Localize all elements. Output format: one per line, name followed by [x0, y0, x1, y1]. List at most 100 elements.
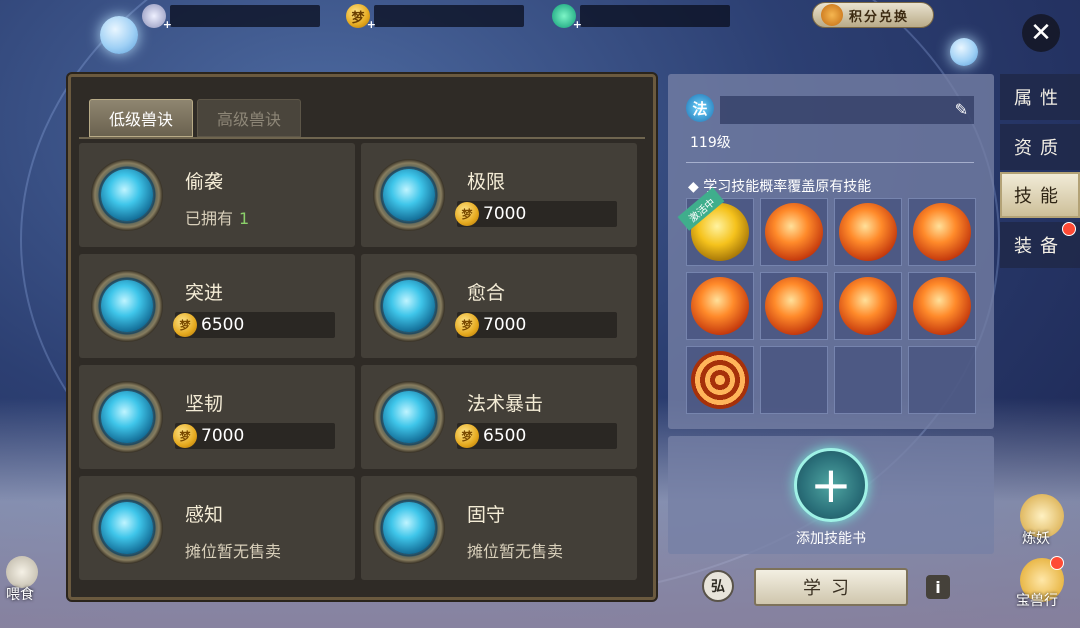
- pet-skill-slot[interactable]: [908, 272, 976, 340]
- owned-count: 1: [239, 209, 250, 228]
- skill-card-tenacity[interactable]: 坚韧 梦 7000: [79, 365, 355, 469]
- money-bag-icon: [821, 4, 843, 26]
- jade-balance: [580, 5, 730, 27]
- pet-level: 119级: [690, 135, 731, 151]
- meteor-skill-icon: [913, 203, 971, 261]
- pet-skill-slot[interactable]: [686, 272, 754, 340]
- dream-coin-icon: 梦: [173, 424, 197, 448]
- price-tag: 梦 6500: [455, 423, 617, 449]
- magic-crit-icon: [383, 391, 435, 443]
- tab-skills[interactable]: 技能: [1000, 172, 1080, 218]
- skill-card-perception[interactable]: 感知 摊位暂无售卖: [79, 476, 355, 580]
- price-value: 7000: [201, 426, 245, 446]
- currency-jade[interactable]: +: [552, 4, 730, 31]
- skill-card-magic-crit[interactable]: 法术暴击 梦 6500: [361, 365, 637, 469]
- points-exchange-button[interactable]: 积分兑换: [812, 2, 934, 28]
- skill-card-sneak-attack[interactable]: 偷袭 已拥有 1: [79, 143, 355, 247]
- pet-skill-slot[interactable]: [908, 198, 976, 266]
- add-skill-book-button[interactable]: +: [794, 448, 868, 522]
- heart-skill-icon: [765, 203, 823, 261]
- tab-bar: 低级兽诀 高级兽诀: [89, 99, 305, 137]
- auto-toggle-button[interactable]: 弘: [702, 570, 734, 602]
- tab-high-level[interactable]: 高级兽诀: [197, 99, 301, 137]
- skill-name: 偷袭: [185, 171, 224, 193]
- pet-skill-slot[interactable]: [834, 198, 902, 266]
- silver-coin-icon: +: [142, 4, 172, 31]
- plus-icon: +: [162, 18, 172, 31]
- sneak-attack-icon: [101, 169, 153, 221]
- tab-aptitude[interactable]: 资质: [1000, 124, 1080, 170]
- sprout-heal-icon: [383, 280, 435, 332]
- skill-book-slot-panel: + 添加技能书: [668, 436, 994, 554]
- notification-dot: [1050, 556, 1064, 570]
- skill-card-guard[interactable]: 固守 摊位暂无售卖: [361, 476, 637, 580]
- tenacity-icon: [101, 391, 153, 443]
- planet-decor: [950, 38, 978, 66]
- skill-name: 愈合: [467, 282, 506, 304]
- price-tag: 梦 7000: [455, 312, 617, 338]
- feed-label: 喂食: [6, 587, 34, 603]
- limit-icon: [383, 169, 435, 221]
- skill-grid: 偷袭 已拥有1 极限 梦7000 突进 梦6500 愈合 梦7000 坚: [79, 143, 639, 597]
- owned-status: 已拥有 1: [185, 209, 250, 228]
- pet-skill-slot[interactable]: [686, 346, 754, 414]
- skill-card-limit[interactable]: 极限 梦 7000: [361, 143, 637, 247]
- price-value: 7000: [483, 315, 527, 335]
- skill-book-shop-panel: 低级兽诀 高级兽诀 偷袭 已拥有 1 极限 梦 7000 突进 梦 6500 愈…: [68, 74, 656, 600]
- divider: [79, 137, 645, 139]
- flame-burst-skill-icon: [839, 203, 897, 261]
- price-value: 6500: [201, 315, 245, 335]
- tab-attributes[interactable]: 属性: [1000, 74, 1080, 120]
- not-on-sale-text: 摊位暂无售卖: [467, 542, 564, 561]
- pet-skill-slot[interactable]: [834, 272, 902, 340]
- plus-icon: +: [366, 18, 376, 31]
- dream-coin-icon: 梦: [455, 202, 479, 226]
- learn-button[interactable]: 学习: [754, 568, 908, 606]
- currency-gold[interactable]: 梦 +: [346, 4, 524, 31]
- pet-name-field[interactable]: ✎: [720, 96, 974, 124]
- not-on-sale-text: 摊位暂无售卖: [185, 542, 282, 561]
- info-button[interactable]: i: [926, 575, 950, 599]
- empty-skill-slot: [760, 346, 828, 414]
- gold-balance: [374, 5, 524, 27]
- vortex-skill-icon: [691, 351, 749, 409]
- tab-low-level[interactable]: 低级兽诀: [89, 99, 193, 137]
- meditate-skill-icon: [913, 277, 971, 335]
- refine-label: 炼妖: [1022, 531, 1050, 547]
- planet-decor: [100, 16, 138, 54]
- price-value: 7000: [483, 204, 527, 224]
- pet-skill-slot[interactable]: [760, 198, 828, 266]
- empty-skill-slot: [834, 346, 902, 414]
- jade-coin-icon: +: [552, 4, 582, 31]
- dream-coin-icon: 梦: [173, 313, 197, 337]
- price-tag: 梦 7000: [173, 423, 335, 449]
- fire-spirit-skill-icon: [765, 277, 823, 335]
- exchange-label: 积分兑换: [849, 9, 910, 25]
- currency-silver[interactable]: +: [142, 4, 320, 31]
- charge-icon: [101, 280, 153, 332]
- dream-coin-icon: 梦: [455, 313, 479, 337]
- ghost-skill-icon: [839, 277, 897, 335]
- plus-icon: +: [572, 18, 582, 31]
- owl-perception-icon: [101, 502, 153, 554]
- price-value: 6500: [483, 426, 527, 446]
- skill-name: 突进: [185, 282, 224, 304]
- skill-card-charge[interactable]: 突进 梦 6500: [79, 254, 355, 358]
- magic-type-badge: 法: [686, 94, 714, 122]
- add-skill-book-label: 添加技能书: [796, 531, 866, 547]
- pet-skill-panel: 法 ✎ 119级 ◆ 学习技能概率覆盖原有技能 激活中: [668, 74, 994, 429]
- dream-coin-icon: 梦: [455, 424, 479, 448]
- price-tag: 梦 7000: [455, 201, 617, 227]
- rename-brush-icon[interactable]: ✎: [955, 100, 968, 119]
- empty-skill-slot: [908, 346, 976, 414]
- divider: [686, 162, 974, 163]
- skill-name: 坚韧: [185, 393, 224, 415]
- skill-card-heal[interactable]: 愈合 梦 7000: [361, 254, 637, 358]
- pet-skill-slot[interactable]: 激活中: [677, 187, 754, 266]
- treasure-label: 宝兽行: [1016, 593, 1058, 609]
- skill-name: 极限: [467, 171, 506, 193]
- close-button[interactable]: ✕: [1022, 14, 1060, 52]
- price-tag: 梦 6500: [173, 312, 335, 338]
- silver-balance: [170, 5, 320, 27]
- pet-skill-slot[interactable]: [760, 272, 828, 340]
